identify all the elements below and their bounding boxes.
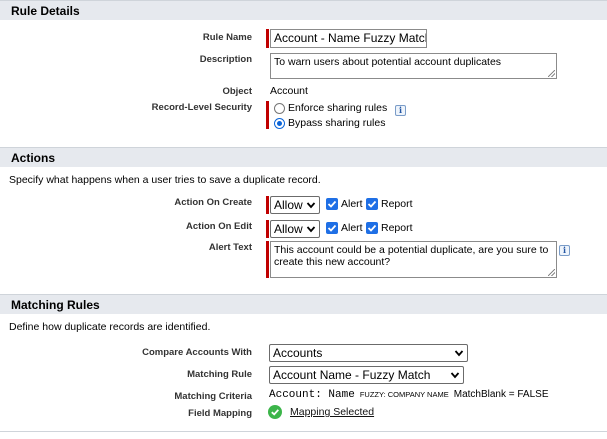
actions-description: Specify what happens when a user tries t… — [9, 174, 321, 186]
edit-alert-checkbox[interactable]: Alert — [326, 222, 363, 234]
radio-label-enforce: Enforce sharing rules — [288, 102, 388, 114]
required-indicator — [266, 101, 269, 129]
checkmark-icon[interactable] — [366, 198, 378, 210]
radio-label-bypass: Bypass sharing rules — [288, 117, 386, 129]
action-on-edit-select[interactable]: Allow — [270, 220, 320, 238]
chevron-down-icon — [450, 372, 460, 379]
compare-with-select[interactable]: Accounts — [269, 344, 468, 362]
description-label: Description — [199, 54, 252, 65]
create-report-checkbox[interactable]: Report — [366, 198, 413, 210]
checkmark-icon[interactable] — [366, 222, 378, 234]
radio-button[interactable] — [274, 102, 285, 114]
object-value: Account — [270, 85, 308, 97]
radio-button-selected[interactable] — [274, 117, 285, 129]
action-on-create-select[interactable]: Allow — [270, 196, 320, 214]
info-icon[interactable]: i — [559, 245, 570, 256]
description-textarea[interactable]: To warn users about potential account du… — [270, 53, 557, 79]
radio-enforce-sharing[interactable]: Enforce sharing rules — [274, 102, 387, 114]
compare-with-label: Compare Accounts With — [142, 347, 252, 358]
chevron-down-icon — [306, 202, 316, 209]
description-text: To warn users about potential account du… — [274, 56, 502, 68]
action-on-create-value: Allow — [274, 198, 303, 212]
record-level-security-label: Record-Level Security — [151, 102, 252, 113]
edit-alert-label: Alert — [341, 222, 363, 234]
success-check-icon — [268, 405, 282, 419]
criteria-match-blank: MatchBlank = FALSE — [453, 389, 549, 400]
alert-text-textarea[interactable]: This account could be a potential duplic… — [270, 241, 557, 278]
action-on-edit-label: Action On Edit — [186, 221, 252, 232]
divider — [0, 431, 607, 432]
required-indicator — [266, 220, 269, 238]
checkmark-icon[interactable] — [326, 198, 338, 210]
checkmark-icon[interactable] — [326, 222, 338, 234]
chevron-down-icon — [454, 350, 464, 357]
mapping-selected-link[interactable]: Mapping Selected — [290, 406, 374, 418]
resize-grip-icon[interactable] — [548, 269, 555, 276]
action-on-create-label: Action On Create — [174, 197, 252, 208]
required-indicator — [266, 196, 269, 214]
required-indicator — [266, 241, 269, 278]
object-label: Object — [222, 86, 252, 97]
required-indicator — [266, 29, 269, 48]
chevron-down-icon — [306, 226, 316, 233]
info-icon[interactable]: i — [395, 105, 406, 116]
edit-report-checkbox[interactable]: Report — [366, 222, 413, 234]
matching-rule-value: Account Name - Fuzzy Match — [273, 368, 431, 382]
create-alert-checkbox[interactable]: Alert — [326, 198, 363, 210]
criteria-method: FUZZY: COMPANY NAME — [359, 390, 449, 399]
edit-report-label: Report — [381, 222, 413, 234]
field-mapping-row: Mapping Selected — [268, 405, 374, 419]
matching-rule-select[interactable]: Account Name - Fuzzy Match — [269, 366, 464, 384]
alert-text-value: This account could be a potential duplic… — [274, 244, 549, 268]
create-report-label: Report — [381, 198, 413, 210]
field-mapping-label: Field Mapping — [188, 408, 252, 419]
matching-criteria-value: Account: Name FUZZY: COMPANY NAME MatchB… — [269, 389, 549, 401]
create-alert-label: Alert — [341, 198, 363, 210]
rule-name-label: Rule Name — [202, 32, 252, 43]
section-header-rule-details: Rule Details — [0, 0, 607, 20]
matching-rules-description: Define how duplicate records are identif… — [9, 321, 211, 333]
rule-name-input[interactable]: Account - Name Fuzzy Match — [270, 29, 427, 48]
action-on-edit-value: Allow — [274, 222, 303, 236]
matching-rule-label: Matching Rule — [187, 369, 252, 380]
section-header-actions: Actions — [0, 147, 607, 167]
resize-grip-icon[interactable] — [548, 70, 555, 77]
alert-text-label: Alert Text — [208, 242, 252, 253]
compare-with-value: Accounts — [273, 346, 323, 360]
criteria-field: Account: Name — [269, 389, 355, 401]
matching-criteria-label: Matching Criteria — [174, 391, 252, 402]
radio-bypass-sharing[interactable]: Bypass sharing rules — [274, 117, 385, 129]
section-header-matching-rules: Matching Rules — [0, 294, 607, 314]
